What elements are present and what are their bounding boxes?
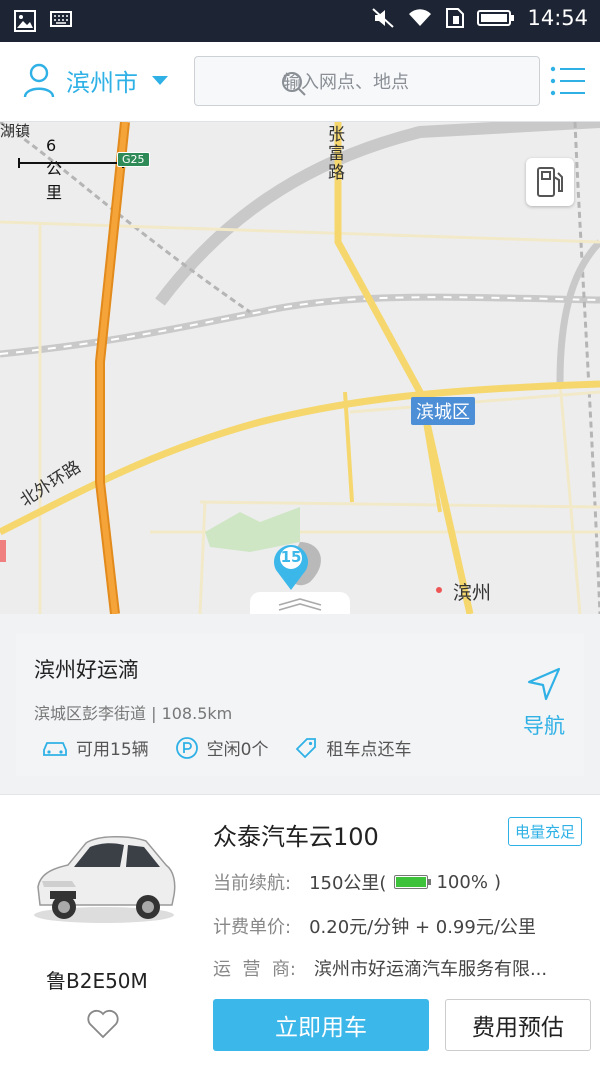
- map-view[interactable]: 6 公里 G25 湖镇 张富路 北外环路 滨城区 滨州 15: [0, 122, 600, 614]
- navigate-label: 导航: [523, 714, 565, 738]
- stat-return: 租车点还车: [294, 735, 411, 760]
- fuel-pump-icon: [537, 167, 563, 197]
- range-label: 当前续航:: [213, 873, 292, 894]
- price-value: 0.20元/分钟 + 0.99元/公里: [309, 917, 536, 938]
- station-card[interactable]: 滨州好运滴 滨城区彭李街道 | 108.5km 可用15辆 空闲0个 租车点还车…: [16, 634, 584, 776]
- station-address: 滨城区彭李街道 | 108.5km: [34, 704, 233, 723]
- heart-icon[interactable]: [86, 1009, 120, 1039]
- battery-percent: 100%: [436, 871, 488, 893]
- search-input[interactable]: 输入网点、地点: [194, 56, 540, 106]
- battery-level-fill: [396, 877, 427, 887]
- tag-icon: [296, 737, 317, 758]
- use-car-button[interactable]: 立即用车: [213, 999, 429, 1051]
- operator-row: 运 营 商: 滨州市好运滴汽车服务有限...: [213, 955, 547, 981]
- battery-level-icon: [394, 875, 432, 889]
- clock: 14:54: [527, 6, 588, 30]
- chevron-down-icon: [152, 75, 168, 85]
- wifi-icon: [409, 9, 432, 26]
- battery-close: ): [493, 871, 501, 893]
- sim-icon: [446, 8, 465, 28]
- map-label-district: 滨城区: [411, 397, 475, 425]
- stat-available: 可用15辆: [42, 735, 149, 760]
- battery-icon: [477, 10, 515, 26]
- app-root: 14:54 滨州市 输入网点、地点 6 公里 G25 湖镇 张富路 北外环路 滨…: [0, 0, 600, 1067]
- keyboard-icon: [50, 11, 72, 27]
- mute-icon: [372, 8, 395, 28]
- app-header: 滨州市 输入网点、地点: [0, 42, 600, 122]
- city-selector[interactable]: 滨州市: [22, 62, 168, 98]
- station-pin[interactable]: 15: [268, 540, 314, 596]
- search-icon: [282, 72, 306, 96]
- price-row: 计费单价: 0.20元/分钟 + 0.99元/公里: [213, 913, 536, 939]
- scale-label: 6 公里: [46, 136, 63, 202]
- range-value-group: 150公里( 100% ): [309, 869, 501, 895]
- navigate-button[interactable]: 导航: [516, 666, 572, 740]
- map-label-zhangfu-road: 张富路: [328, 125, 345, 183]
- free-slots: 空闲0个: [206, 740, 269, 760]
- operator-label: 运 营 商:: [213, 959, 296, 980]
- range-row: 当前续航: 150公里( 100% ): [213, 869, 501, 895]
- list-menu-icon[interactable]: [550, 66, 586, 96]
- car-image: [34, 836, 176, 923]
- road-tag: G25: [117, 152, 150, 167]
- station-stats: 可用15辆 空闲0个 租车点还车: [42, 735, 437, 760]
- station-name: 滨州好运滴: [34, 658, 139, 682]
- gallery-icon: [14, 10, 36, 32]
- pin-count: 15: [280, 548, 302, 566]
- estimate-fee-button[interactable]: 费用预估: [445, 999, 591, 1051]
- status-bar: 14:54: [0, 0, 600, 42]
- panel-drag-handle[interactable]: [250, 592, 350, 614]
- user-icon: [23, 63, 55, 98]
- parking-icon: [175, 736, 198, 759]
- operator-value: 滨州市好运滴汽车服务有限...: [313, 959, 548, 980]
- car-card[interactable]: 鲁B2E50M 众泰汽车云100 电量充足 当前续航: 150公里( 100% …: [0, 794, 600, 1067]
- stat-parking: 空闲0个: [175, 735, 269, 760]
- city-name: 滨州市: [66, 68, 138, 97]
- map-label-town: 湖镇: [0, 122, 31, 140]
- license-plate: 鲁B2E50M: [46, 969, 148, 993]
- navigation-arrow-icon: [527, 667, 561, 701]
- price-label: 计费单价:: [213, 917, 292, 938]
- map-label-city: 滨州: [453, 582, 492, 604]
- car-icon: [43, 741, 67, 756]
- car-model: 众泰汽车云100: [213, 823, 379, 851]
- battery-status-badge: 电量充足: [508, 817, 583, 846]
- scale-bar: [18, 158, 124, 168]
- available-count: 可用15辆: [76, 740, 149, 760]
- range-value: 150公里(: [309, 873, 387, 894]
- return-policy: 租车点还车: [326, 740, 412, 760]
- charging-station-button[interactable]: [526, 158, 574, 206]
- chevron-up-icon: [278, 598, 322, 611]
